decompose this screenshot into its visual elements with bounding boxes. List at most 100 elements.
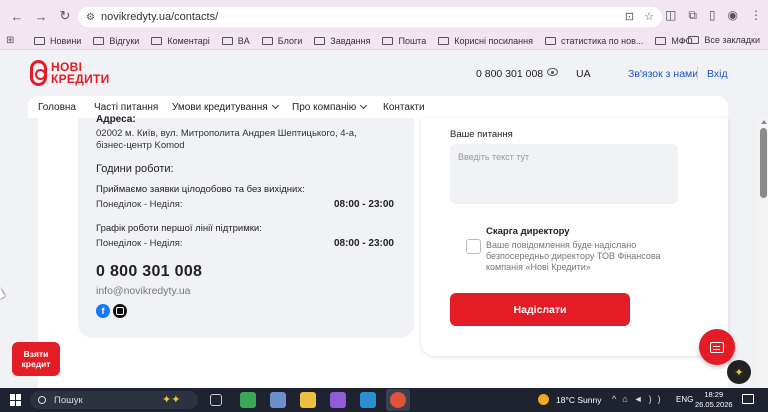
apps-grid-icon[interactable]: ⊞ [6,35,22,46]
accessibility-eye-icon[interactable] [547,68,558,76]
back-icon[interactable]: ← [6,5,28,27]
site-info-icon[interactable]: ⚙ [86,12,95,23]
windows-start-icon[interactable] [10,394,22,406]
bookmark-item[interactable]: Коментарі [151,36,210,46]
chrome-app-icon[interactable] [390,392,406,408]
screenshot-icon[interactable]: ◫ [665,8,676,23]
bookmark-item[interactable]: Новини [34,36,81,46]
address-text: 02002 м. Київ, вул. Митрополита Андрея Ш… [96,128,357,151]
language-switch[interactable]: UA [576,68,591,80]
folder-icon [438,36,450,45]
bookmarks-overflow-icon[interactable]: » [680,35,686,46]
notifications-icon[interactable] [742,394,754,404]
bookmark-item[interactable]: Корисні посилання [438,36,533,46]
weather-text[interactable]: 18°C Sunny [556,395,601,405]
folder-icon [93,36,105,45]
reload-icon[interactable]: ↻ [54,5,76,27]
edge-app-icon[interactable] [360,392,376,408]
input-language[interactable]: ENG [676,395,693,404]
support-hours-label: Графік роботи першої лінії підтримки: [96,223,262,234]
logo[interactable]: НОВІ КРЕДИТИ [30,60,110,86]
contact-info-card: Адреса: 02002 м. Київ, вул. Митрополита … [78,114,414,338]
question-textarea[interactable] [450,144,678,204]
bookmark-star-icon[interactable]: ☆ [644,10,654,23]
tray-icons[interactable]: ^⌂◄)) [612,394,667,404]
folder-icon [544,36,556,45]
translate-icon[interactable]: ⊡ [625,10,634,23]
all-bookmarks[interactable]: Все закладки [688,35,760,45]
menu-item-terms[interactable]: Умови кредитування [172,101,279,113]
header-divider [697,67,698,80]
bookmark-item[interactable]: статистика по нов... [544,36,643,46]
folder-icon [261,36,273,45]
search-icon [38,396,46,404]
menu-item-about[interactable]: Про компанію [292,101,368,113]
hours-label: Приймаємо заявки цілодобово та без вихід… [96,184,305,195]
taskbar: Пошук ✦✦ 18°C Sunny ^⌂◄)) ENG 18:29 26.0… [0,388,768,412]
sidebar-icon[interactable]: ▯ [709,8,716,23]
logo-mark-icon [30,60,47,86]
complaint-title: Скарга директору [486,226,570,237]
contact-phone[interactable]: 0 800 301 008 [96,263,202,281]
folder-icon [34,36,45,45]
header-phone[interactable]: 0 800 301 008 [476,68,543,80]
support-hours-days: Понеділок - Неділя: [96,238,183,249]
calculator-app-icon[interactable] [270,392,286,408]
hours-title: Години роботи: [96,163,174,175]
assistant-spark-icon[interactable]: ✦ [727,360,751,384]
bookmarks-bar: ⊞ Новини Відгуки Коментарі BA Блоги Завд… [0,32,768,50]
support-hours-time: 08:00 - 23:00 [333,238,394,249]
bookmark-item[interactable]: Відгуки [93,36,139,46]
menu-dots-icon[interactable]: ⋮ [750,8,762,23]
logo-line2: КРЕДИТИ [51,72,110,86]
mouse-cursor-icon [0,288,5,299]
profile-icon[interactable]: ◉ [728,8,738,23]
scrollbar-thumb[interactable] [760,128,767,198]
search-highlight-icon: ✦✦ [162,394,181,406]
bookmark-item[interactable]: Завдання [314,36,370,46]
submit-button[interactable]: Надіслати [450,293,630,326]
menu-item-faq[interactable]: Часті питання [94,102,158,113]
hours-time: 08:00 - 23:00 [333,199,394,210]
contact-email[interactable]: info@novikredyty.ua [96,285,191,297]
browser-toolbar: ← → ↻ ⚙ novikredyty.ua/contacts/ ⊡ ☆ ◫ ⧉… [0,0,768,32]
copilot-app-icon[interactable] [330,392,346,408]
task-view-icon[interactable] [210,394,222,406]
address-title: Адреса: [96,114,136,125]
chat-icon [710,341,724,353]
chevron-down-icon [360,101,368,110]
instagram-icon[interactable] [113,304,127,318]
site-header: НОВІ КРЕДИТИ 0 800 301 008 UA Зв'язок з … [0,50,768,96]
folder-icon [382,36,394,45]
folder-icon [688,36,700,44]
take-credit-button[interactable]: Взяти кредит [12,342,60,376]
weather-sun-icon [538,394,549,405]
bookmark-item[interactable]: Пошта [382,36,426,46]
bookmark-item[interactable]: МФО [655,36,693,46]
folder-icon [314,36,326,45]
question-form: Ваше питання Скарга директору Ваше повід… [421,118,728,356]
bookmark-item[interactable]: Блоги [261,36,302,46]
facebook-icon[interactable]: f [96,304,110,318]
menu-item-home[interactable]: Головна [38,102,76,113]
bookmark-item[interactable]: BA [221,36,250,46]
extensions-icon[interactable]: ⧉ [688,8,697,23]
folder-icon [151,36,163,45]
contact-us-link[interactable]: Зв'язок з нами [628,68,698,80]
complaint-checkbox[interactable] [466,239,481,254]
complaint-description: Ваше повідомлення буде надіслано безпосе… [486,240,661,272]
menu-item-contacts[interactable]: Контакти [383,102,425,113]
question-label: Ваше питання [450,129,513,140]
forward-icon[interactable]: → [30,5,52,27]
url-text: novikredyty.ua/contacts/ [100,11,219,23]
address-bar[interactable]: ⚙ novikredyty.ua/contacts/ ⊡ ☆ [78,7,662,27]
file-explorer-icon[interactable] [300,392,316,408]
store-app-icon[interactable] [240,392,256,408]
login-link[interactable]: Вхід [707,68,728,80]
taskbar-clock[interactable]: 18:29 26.05.2026 [695,390,733,410]
chevron-down-icon [271,101,279,110]
folder-icon [655,36,667,45]
chat-button[interactable] [699,329,735,365]
contacts-section: Адреса: 02002 м. Київ, вул. Митрополита … [38,114,728,388]
scroll-up-icon[interactable] [761,120,767,124]
